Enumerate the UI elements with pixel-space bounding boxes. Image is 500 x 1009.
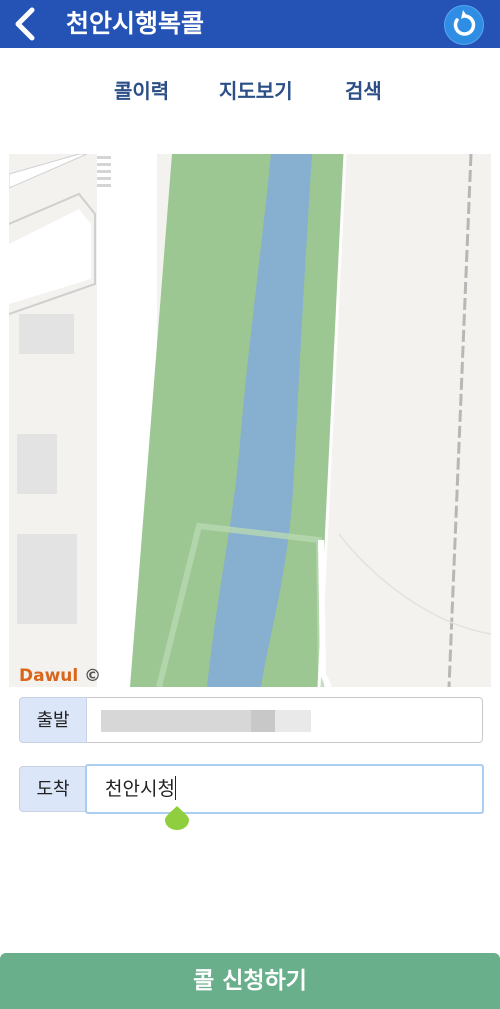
submit-call-button[interactable]: 콜 신청하기	[0, 953, 500, 1009]
page-title: 천안시행복콜	[66, 9, 205, 38]
destination-value: 천안시청	[105, 778, 175, 800]
redacted-value	[275, 710, 311, 732]
tab-search[interactable]: 검색	[345, 78, 382, 104]
tab-map-view[interactable]: 지도보기	[219, 78, 293, 104]
text-cursor	[174, 776, 176, 800]
text-selection-handle-icon[interactable]	[165, 806, 189, 830]
refresh-icon	[453, 10, 476, 36]
map-canvas	[9, 154, 491, 687]
tab-call-history[interactable]: 콜이력	[114, 78, 169, 104]
destination-input[interactable]: 천안시청	[85, 764, 484, 814]
origin-label: 출발	[19, 697, 87, 743]
map-view[interactable]: Dawul ©	[9, 154, 491, 687]
redacted-value	[251, 710, 275, 732]
origin-input[interactable]	[87, 697, 483, 743]
chevron-left-icon[interactable]	[6, 4, 46, 44]
app-header: 천안시행복콜	[0, 0, 500, 48]
redacted-value	[101, 710, 251, 732]
tab-bar: 콜이력 지도보기 검색	[0, 48, 500, 132]
refresh-button[interactable]	[444, 5, 484, 45]
map-provider-logo: Dawul ©	[19, 666, 102, 686]
destination-label: 도착	[19, 766, 87, 812]
